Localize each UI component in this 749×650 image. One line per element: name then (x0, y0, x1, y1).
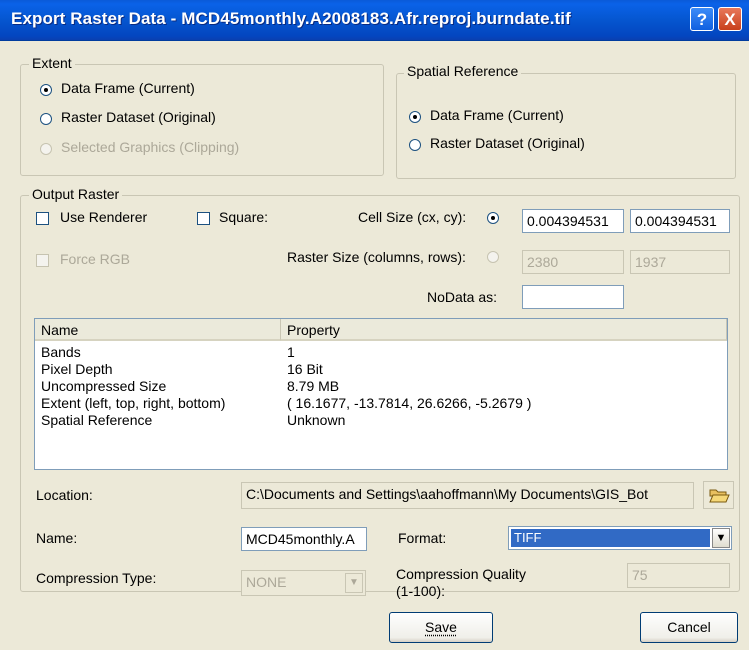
raster-size-radio[interactable] (487, 251, 499, 263)
spatial-reference-group (396, 73, 736, 179)
compression-type-select: NONE ▼ (241, 570, 366, 596)
nodata-input[interactable] (522, 285, 624, 309)
force-rgb-checkbox (36, 254, 49, 267)
export-raster-dialog: Export Raster Data - MCD45monthly.A20081… (0, 0, 749, 650)
compression-quality-label-1: Compression Quality (396, 566, 526, 582)
row-name-pixel-depth: Pixel Depth (41, 361, 113, 377)
spatial-ref-data-frame-radio[interactable] (409, 111, 421, 123)
cell-size-label: Cell Size (cx, cy): (358, 209, 467, 225)
output-raster-group-label: Output Raster (29, 186, 123, 202)
properties-list[interactable]: Name Property Bands 1 Pixel Depth 16 Bit… (34, 318, 728, 470)
save-button-label: Save (425, 619, 457, 635)
nodata-label: NoData as: (427, 289, 498, 305)
compression-quality-input: 75 (627, 563, 730, 588)
window-title: Export Raster Data - MCD45monthly.A20081… (11, 9, 571, 28)
extent-raster-dataset-radio[interactable] (40, 113, 52, 125)
extent-selected-graphics-radio (40, 143, 52, 155)
row-value-pixel-depth: 16 Bit (287, 361, 323, 377)
spatial-reference-group-label: Spatial Reference (404, 63, 522, 79)
close-button[interactable]: X (718, 7, 742, 31)
row-name-uncompressed-size: Uncompressed Size (41, 378, 167, 394)
square-checkbox[interactable] (197, 212, 210, 225)
row-name-bands: Bands (41, 344, 81, 360)
cell-size-radio[interactable] (487, 212, 499, 224)
extent-data-frame-radio[interactable] (40, 84, 52, 96)
format-select[interactable]: TIFF ▼ (508, 526, 732, 550)
format-label: Format: (398, 530, 447, 546)
compression-type-label: Compression Type: (36, 570, 157, 586)
save-button[interactable]: Save (389, 612, 493, 643)
cancel-button[interactable]: Cancel (640, 612, 738, 643)
raster-size-label: Raster Size (columns, rows): (287, 249, 466, 265)
spatial-ref-data-frame-label[interactable]: Data Frame (Current) (430, 107, 564, 123)
force-rgb-label: Force RGB (60, 251, 131, 267)
use-renderer-label[interactable]: Use Renderer (60, 209, 147, 225)
spatial-ref-raster-dataset-radio[interactable] (409, 139, 421, 151)
raster-rows-input: 1937 (630, 250, 730, 274)
row-name-spatial-reference: Spatial Reference (41, 412, 153, 428)
raster-columns-input: 2380 (522, 250, 624, 274)
chevron-down-icon: ▼ (345, 573, 363, 593)
name-label: Name: (36, 530, 78, 546)
format-select-value: TIFF (511, 529, 710, 547)
row-value-bands: 1 (287, 344, 295, 360)
help-button[interactable]: ? (690, 7, 714, 31)
browse-folder-button[interactable] (703, 481, 734, 509)
compression-type-value: NONE (246, 574, 287, 590)
extent-group-label: Extent (29, 55, 75, 71)
extent-data-frame-label[interactable]: Data Frame (Current) (61, 80, 195, 96)
row-value-uncompressed-size: 8.79 MB (287, 378, 340, 394)
name-input[interactable]: MCD45monthly.A (241, 527, 367, 551)
extent-raster-dataset-label[interactable]: Raster Dataset (Original) (61, 109, 216, 125)
square-label[interactable]: Square: (219, 209, 268, 225)
open-folder-icon (709, 489, 730, 503)
extent-selected-graphics-label: Selected Graphics (Clipping) (61, 139, 240, 155)
chevron-down-icon[interactable]: ▼ (712, 528, 730, 548)
location-input: C:\Documents and Settings\aahoffmann\My … (241, 482, 694, 509)
row-value-spatial-reference: Unknown (287, 412, 346, 428)
row-value-extent: ( 16.1677, -13.7814, 26.6266, -5.2679 ) (287, 395, 532, 411)
spatial-ref-raster-dataset-label[interactable]: Raster Dataset (Original) (430, 135, 585, 151)
column-header-property[interactable]: Property (281, 319, 727, 341)
cancel-button-label: Cancel (667, 619, 711, 635)
title-bar[interactable]: Export Raster Data - MCD45monthly.A20081… (0, 0, 749, 41)
location-label: Location: (36, 487, 93, 503)
column-header-name[interactable]: Name (35, 319, 281, 341)
row-name-extent: Extent (left, top, right, bottom) (41, 395, 226, 411)
cell-size-x-input[interactable]: 0.004394531 (522, 209, 624, 233)
use-renderer-checkbox[interactable] (36, 212, 49, 225)
compression-quality-label-2: (1-100): (396, 583, 446, 599)
cell-size-y-input[interactable]: 0.004394531 (630, 209, 730, 233)
